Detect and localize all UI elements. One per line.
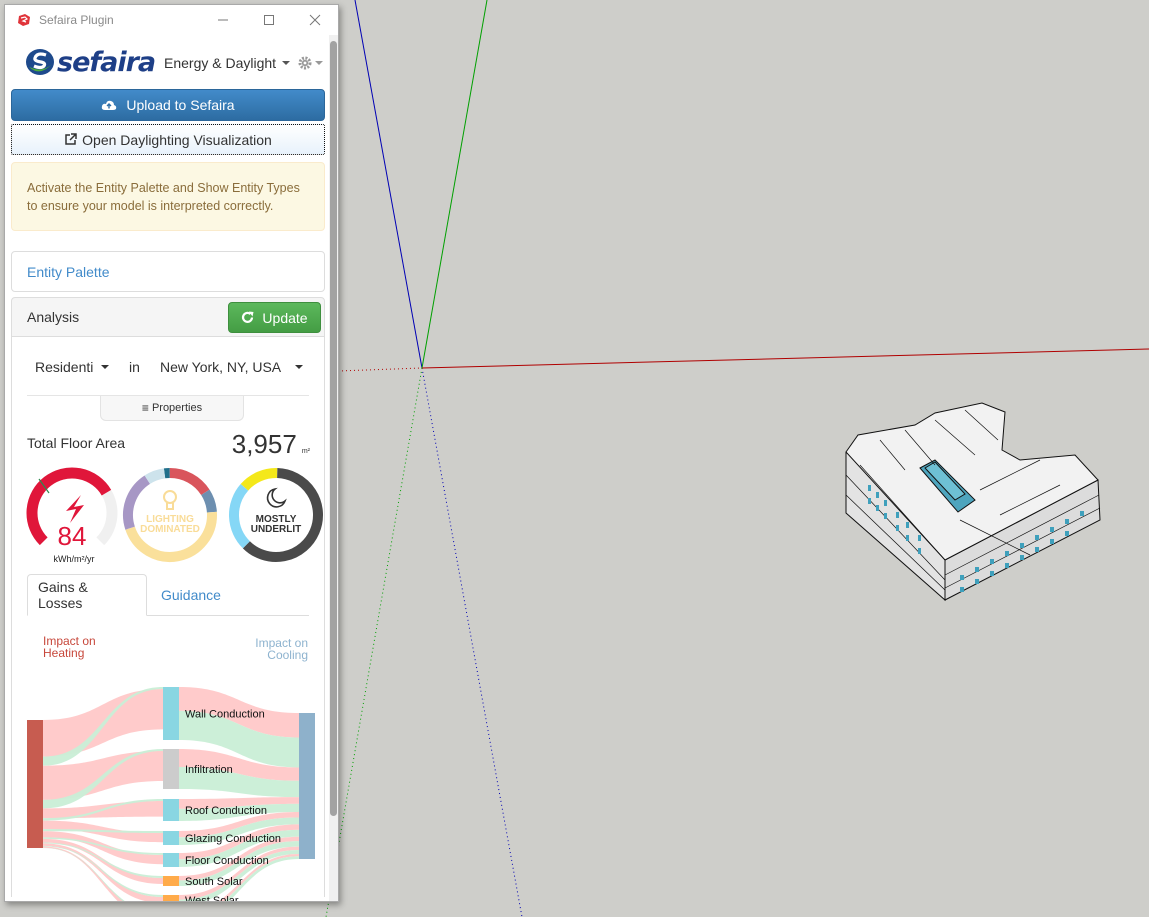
energy-value: 84 [58,521,87,551]
total-floor-area-unit: m² [301,448,310,455]
heating-loss-flow [43,843,163,901]
mode-dropdown[interactable]: Energy & Daylight [164,55,291,71]
red-axis-negative [337,367,423,372]
tab-guidance[interactable]: Guidance [151,574,231,616]
gains-losses-sankey: Wall Conduction Infiltration Roof Conducti… [27,687,315,902]
sankey-node-label: South Solar [185,876,243,888]
donut-segment-purple [123,475,151,530]
list-icon: ≡ [141,401,149,415]
chevron-down-icon [295,365,304,369]
sankey-node [163,687,179,740]
blue-axis-negative [421,367,523,917]
green-axis-negative [325,367,423,917]
total-floor-area-number: 3,957 [231,429,297,459]
cooling-node [299,713,315,859]
total-floor-area-value: 3,957 m² [232,429,310,460]
sefaira-logo-icon [26,49,54,75]
minimize-icon [218,19,228,21]
entity-palette-link[interactable]: Entity Palette [27,264,110,280]
donut-segment-steel-blue [201,489,217,513]
sankey-node-label: West Solar [185,895,239,902]
gear-icon [298,56,312,70]
update-button[interactable]: Update [228,302,321,333]
location-value: New York, NY, USA [160,359,282,375]
analysis-panel-body: Residenti in New York, NY, USA ≡ Propert… [11,337,326,901]
lightbulb-icon [163,490,177,510]
chevron-down-icon [101,365,110,369]
settings-dropdown[interactable] [298,56,323,70]
chevron-down-icon [315,61,323,65]
heating-node [27,720,43,848]
properties-label: Properties [151,402,203,414]
green-axis [421,0,488,369]
donut-segment-red [169,468,210,496]
sankey-node-label: Wall Conduction [185,709,265,721]
upload-to-sefaira-button[interactable]: Upload to Sefaira [11,89,325,121]
analysis-title: Analysis [27,309,80,325]
logo-text: sefaira [57,46,156,78]
energy-use-gauge[interactable]: 84 [26,467,126,567]
external-link-icon [65,133,77,145]
energy-unit: kWh/m²/yr [53,554,95,564]
sankey-node [163,895,179,901]
alert-text: Activate the Entity Palette and Show Ent… [27,181,300,213]
analysis-panel-header: Analysis Update [11,297,325,337]
lightning-icon [66,495,84,523]
tab-gains-losses[interactable]: Gains & Losses [27,574,147,616]
sankey-node [163,799,179,821]
moon-icon [266,487,287,508]
maximize-button[interactable] [246,5,292,35]
properties-button[interactable]: ≡ Properties [100,396,244,421]
results-tabs: Gains & Losses Guidance [27,574,309,616]
sketchup-app-icon [18,14,30,26]
window-title: Sefaira Plugin [39,13,114,27]
update-label: Update [262,309,308,326]
donut-segment-overlit [229,484,251,549]
end-use-label-line2: DOMINATED [140,524,200,535]
sankey-node [163,853,179,867]
daylight-label-line2: UNDERLIT [251,524,302,535]
sankey-node [163,876,179,886]
axes [325,0,1149,917]
donut-segment-light-blue [144,468,166,484]
red-axis [421,348,1149,369]
daylight-donut[interactable]: MOSTLY UNDERLIT [228,467,328,567]
close-button[interactable] [292,5,338,35]
title-bar[interactable]: Sefaira Plugin [5,5,338,35]
close-icon [309,14,321,26]
upload-label: Upload to Sefaira [126,97,235,113]
blue-axis [354,0,423,369]
sankey-node-label: Roof Conduction [185,805,267,817]
entity-palette-alert: Activate the Entity Palette and Show Ent… [11,162,325,231]
donut-segment-well-lit [240,468,278,491]
building-model[interactable] [845,402,1101,602]
cloud-upload-icon [102,100,117,110]
location-dropdown[interactable]: New York, NY, USA [160,359,304,375]
entity-palette-panel[interactable]: Entity Palette [11,251,325,292]
in-label: in [129,359,140,375]
minimize-button[interactable] [200,5,246,35]
sankey-node [163,749,179,789]
sankey-node-label: Infiltration [185,764,233,776]
gauges: 84 LIGHTING DOMINATED MOSTLY UNDERLIT [26,467,326,567]
open-daylighting-label: Open Daylighting Visualization [82,131,272,148]
mode-label: Energy & Daylight [164,55,277,71]
chevron-down-icon [282,61,291,65]
refresh-icon [242,311,254,323]
open-daylighting-visualization-button[interactable]: Open Daylighting Visualization [11,124,325,155]
maximize-icon [264,15,274,25]
sefaira-logo: sefaira [25,46,156,78]
sankey-node [163,831,179,845]
sefaira-plugin-window: Sefaira Plugin sefaira Energy & Daylight… [4,4,339,902]
sankey-node-label: Floor Conduction [185,855,269,867]
total-floor-area-label: Total Floor Area [27,435,126,451]
building-type-value: Residenti [35,359,94,375]
end-use-donut[interactable]: LIGHTING DOMINATED [122,467,222,567]
sankey-node-label: Glazing Conduction [185,833,281,845]
impact-on-heating-label: Impact on Heating [43,635,96,659]
building-type-dropdown[interactable]: Residenti [35,359,110,375]
